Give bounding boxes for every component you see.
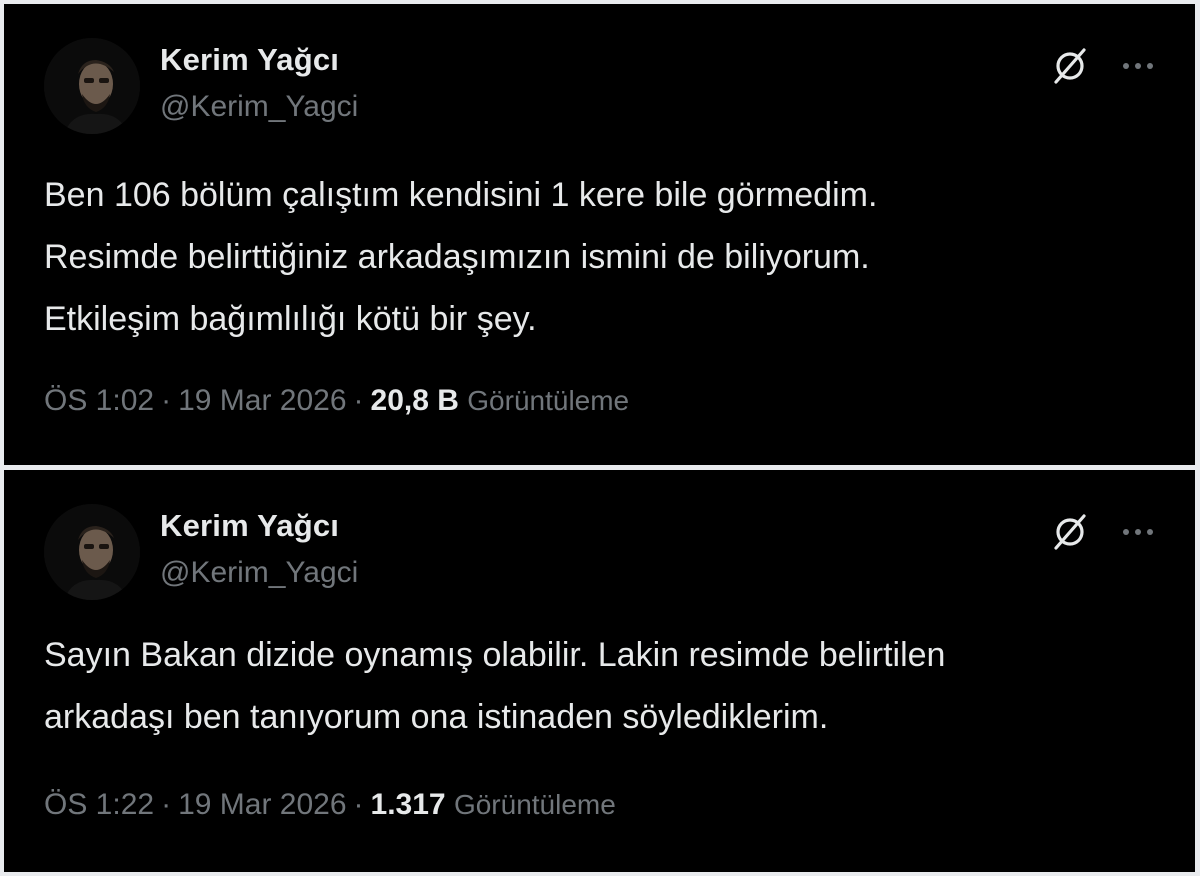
tweet-time[interactable]: ÖS 1:22 (44, 788, 154, 821)
avatar-image (44, 38, 140, 134)
views-count[interactable]: 1.317 (371, 788, 446, 821)
avatar-image (44, 504, 140, 600)
tweet-meta: ÖS 1:22 · 19 Mar 2026 · 1.317 Görüntüleme (44, 788, 616, 822)
tweet-card[interactable]: Kerim Yağcı @Kerim_Yagci Ben 106 bölüm ç… (4, 4, 1195, 465)
author-name[interactable]: Kerim Yağcı (160, 42, 339, 78)
meta-separator: · (161, 788, 172, 821)
tweet-text: Ben 106 bölüm çalıştım kendisini 1 kere … (44, 176, 878, 338)
tweet-date[interactable]: 19 Mar 2026 (178, 788, 346, 821)
tweet-time[interactable]: ÖS 1:02 (44, 384, 154, 417)
views-count[interactable]: 20,8 B (371, 384, 459, 417)
more-icon[interactable] (1116, 510, 1160, 554)
grok-icon[interactable] (1048, 510, 1092, 554)
views-label[interactable]: Görüntüleme (454, 789, 616, 820)
author-handle[interactable]: @Kerim_Yagci (160, 556, 358, 590)
tweet-date[interactable]: 19 Mar 2026 (178, 384, 346, 417)
author-name[interactable]: Kerim Yağcı (160, 508, 339, 544)
meta-separator: · (353, 788, 364, 821)
meta-separator: · (353, 384, 364, 417)
tweet-card[interactable]: Kerim Yağcı @Kerim_Yagci Sayın Bakan diz… (4, 470, 1195, 872)
meta-separator: · (161, 384, 172, 417)
grok-icon[interactable] (1048, 44, 1092, 88)
avatar[interactable] (44, 38, 140, 134)
more-icon[interactable] (1116, 44, 1160, 88)
tweet-text: Sayın Bakan dizide oynamış olabilir. Lak… (44, 636, 946, 736)
author-handle[interactable]: @Kerim_Yagci (160, 90, 358, 124)
avatar[interactable] (44, 504, 140, 600)
views-label[interactable]: Görüntüleme (467, 385, 629, 416)
tweet-meta: ÖS 1:02 · 19 Mar 2026 · 20,8 B Görüntüleme (44, 384, 629, 418)
